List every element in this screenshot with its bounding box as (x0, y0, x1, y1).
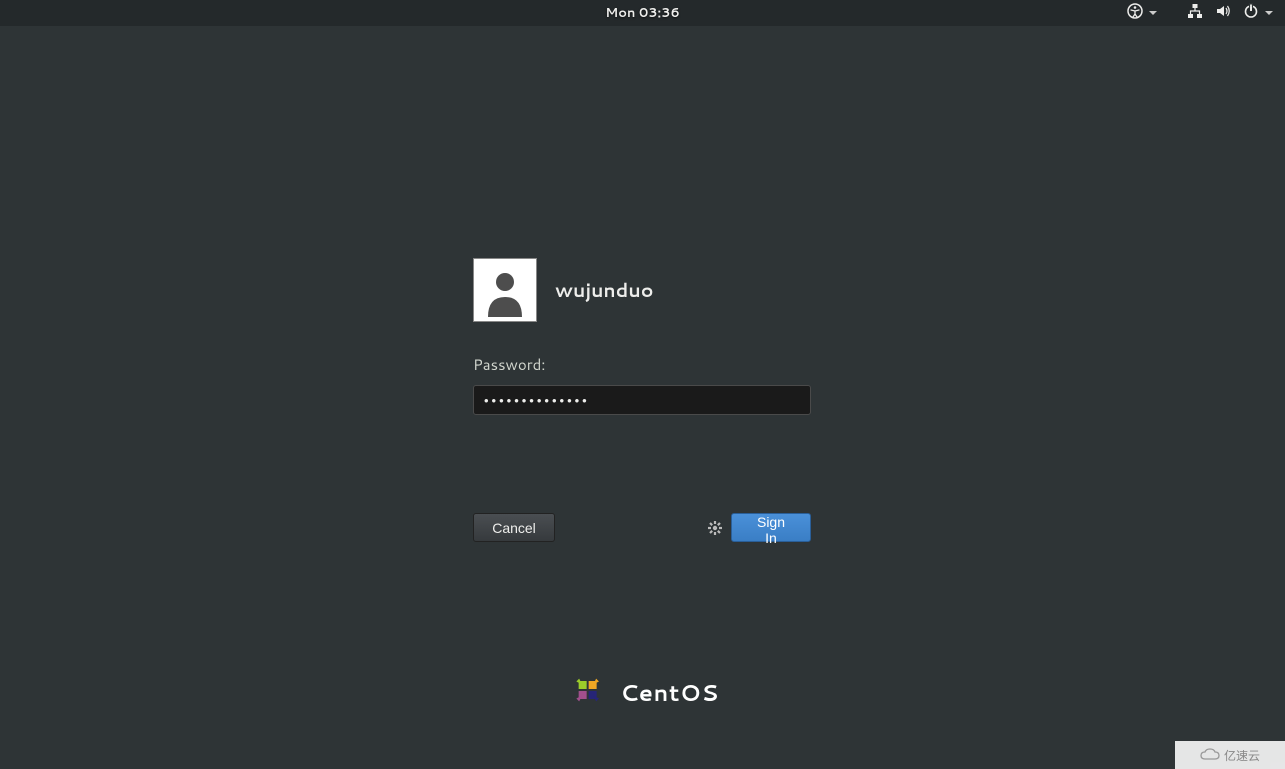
password-input[interactable] (473, 385, 811, 415)
os-name-label: CentOS (620, 677, 719, 709)
watermark: 亿速云 (1175, 741, 1285, 769)
username-label: wujunduo (555, 277, 653, 304)
cloud-icon (1200, 748, 1220, 762)
user-avatar (473, 258, 537, 322)
session-settings-button[interactable] (707, 520, 723, 536)
system-status-area (1127, 0, 1273, 26)
cancel-button[interactable]: Cancel (473, 513, 555, 542)
login-button-row: Cancel Sign In (473, 513, 811, 542)
chevron-down-icon (1265, 11, 1273, 15)
top-bar: Mon 03:36 (0, 0, 1285, 26)
power-icon (1243, 2, 1259, 25)
user-avatar-icon (478, 263, 532, 317)
datetime-display[interactable]: Mon 03:36 (605, 4, 680, 22)
centos-logo-icon (566, 669, 608, 717)
accessibility-menu[interactable] (1127, 2, 1157, 25)
watermark-text: 亿速云 (1224, 747, 1260, 764)
user-identity-row: wujunduo (473, 258, 811, 322)
volume-icon[interactable] (1215, 2, 1231, 25)
login-panel: wujunduo Password: Cancel (473, 258, 811, 542)
password-label: Password: (473, 354, 811, 375)
accessibility-icon (1127, 2, 1143, 25)
chevron-down-icon (1149, 11, 1157, 15)
os-branding: CentOS (566, 669, 719, 717)
power-menu[interactable] (1243, 2, 1273, 25)
signin-button[interactable]: Sign In (731, 513, 811, 542)
network-wired-icon[interactable] (1187, 2, 1203, 25)
